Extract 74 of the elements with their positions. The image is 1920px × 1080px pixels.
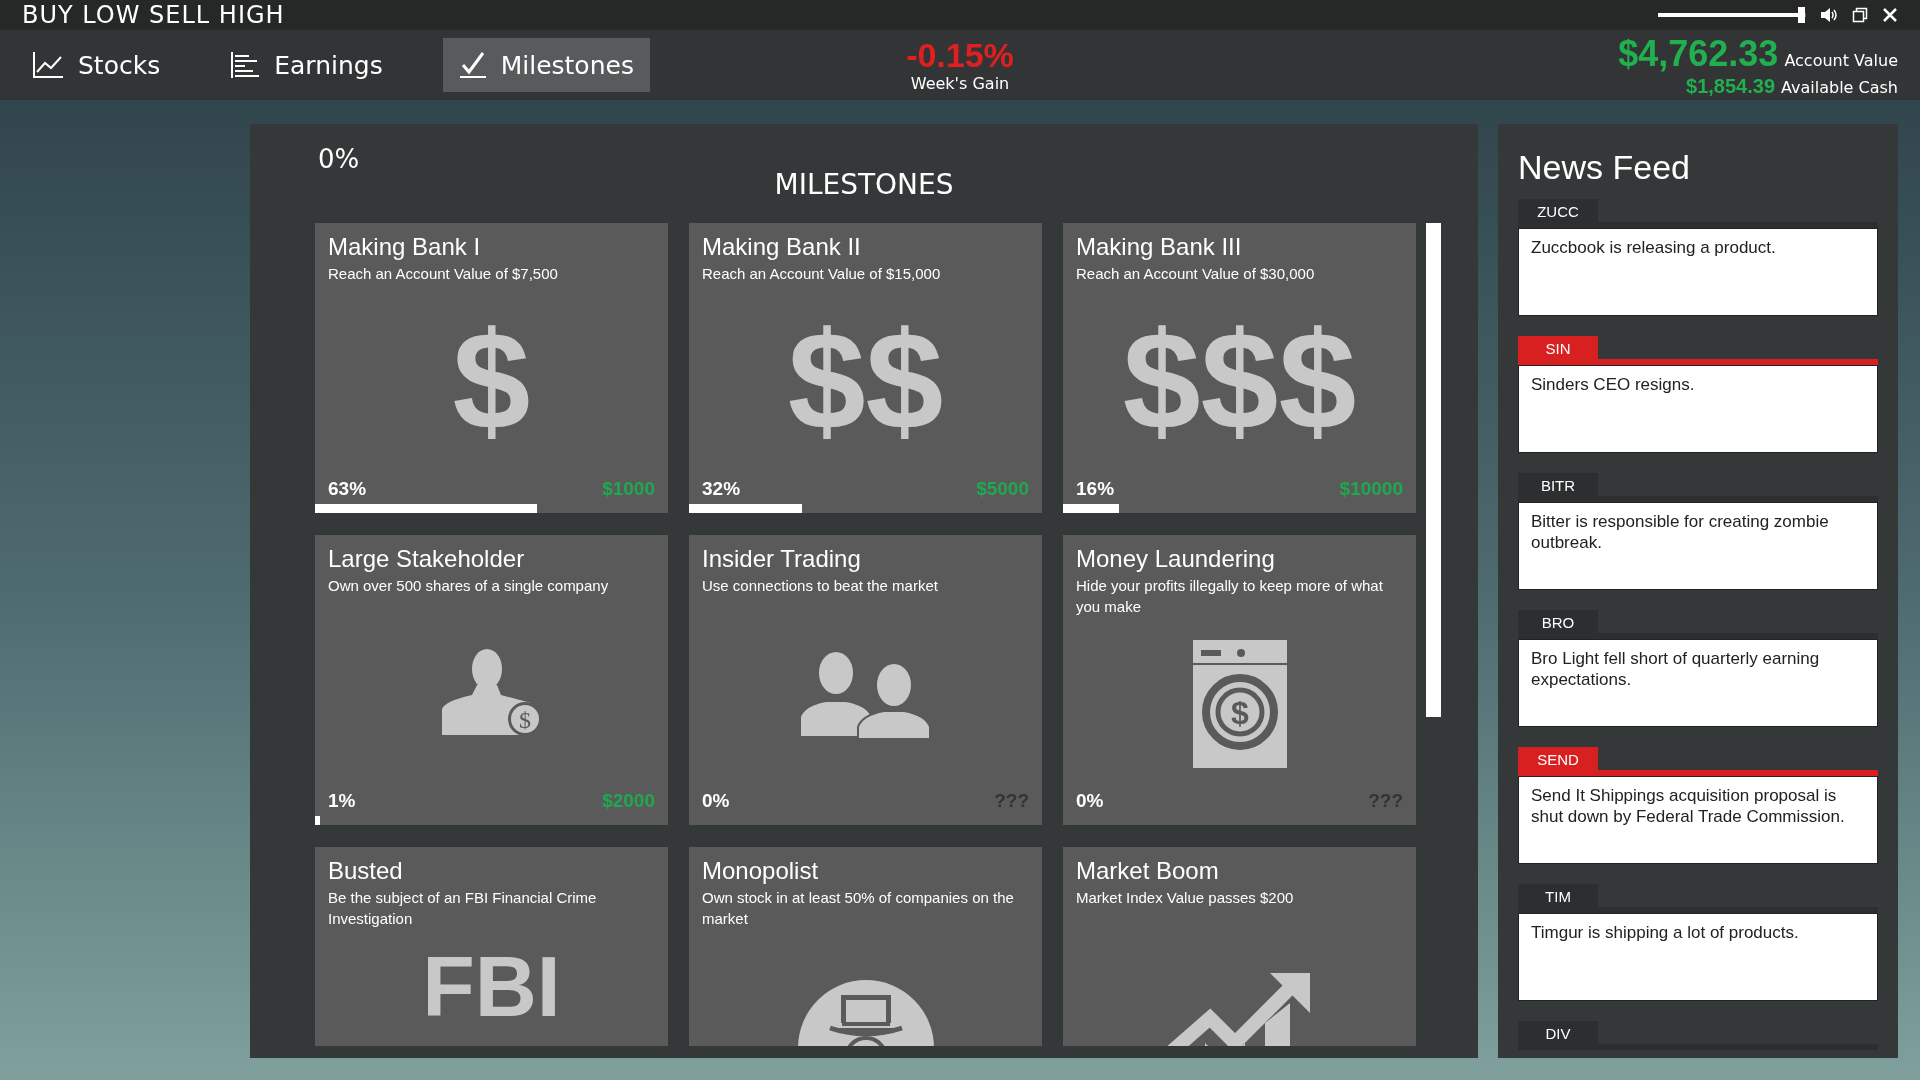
milestone-card[interactable]: Making Bank I Reach an Account Value of $7,500 $ 63% $1000 — [315, 223, 668, 513]
week-gain-label: Week's Gain — [910, 74, 1010, 93]
dollar-sign: $ — [1230, 694, 1249, 731]
milestone-symbol: $$ — [787, 311, 944, 451]
milestones-heading: MILESTONES — [773, 168, 955, 201]
milestone-title: Making Bank II — [701, 233, 862, 261]
milestone-symbol: $ — [452, 311, 531, 451]
milestone-card[interactable]: Making Bank II Reach an Account Value of $15,000 $$ 32% $5000 — [689, 223, 1042, 513]
available-cash: $1,854.39 — [1686, 74, 1776, 98]
milestone-description: Own over 500 shares of a single company — [327, 576, 610, 596]
milestone-title: Insider Trading — [701, 545, 862, 573]
milestone-card[interactable]: Market Boom Market Index Value passes $200 — [1063, 847, 1416, 1046]
milestone-card[interactable]: Monopolist Own stock in at least 50% of companies on the market — [689, 847, 1042, 1046]
washing-machine-icon — [1192, 639, 1287, 768]
week-gain-value: -0.15% — [906, 36, 1014, 74]
milestone-description: Hide your profits illegally to keep more of what you make — [1075, 576, 1384, 617]
milestone-card[interactable]: Money Laundering Hide your profits illegally to keep more of what you make $ 0% ??? — [1063, 535, 1416, 825]
checkmark-icon — [458, 51, 487, 79]
line-chart-icon — [32, 51, 64, 79]
milestone-percent: 32% — [702, 478, 741, 500]
milestone-percent: 63% — [328, 478, 367, 500]
news-feed-heading: News Feed — [1518, 148, 1691, 187]
milestone-card[interactable]: Busted Be the subject of an FBI Financial Crime Investigation FBI — [315, 847, 668, 1046]
news-item: Bitter is responsible for creating zombie outbreak. — [1518, 502, 1878, 590]
milestone-description: Reach an Account Value of $15,000 — [701, 264, 942, 284]
restore-icon[interactable] — [1852, 7, 1868, 23]
milestone-title: Monopolist — [701, 857, 820, 885]
milestone-title: Making Bank I — [327, 233, 482, 261]
nav-tab[interactable]: Earnings — [220, 38, 393, 92]
milestone-percent: 16% — [1076, 478, 1115, 500]
milestone-reward: $5000 — [976, 478, 1029, 500]
close-icon[interactable] — [1882, 7, 1898, 23]
milestone-card[interactable]: Making Bank III Reach an Account Value of $30,000 $$$ 16% $10000 — [1063, 223, 1416, 513]
news-item: Sinders CEO resigns. — [1518, 365, 1878, 453]
news-item: Send It Shippings acquisition proposal is shut down by Federal Trade Commission. — [1518, 776, 1878, 864]
milestone-title: Large Stakeholder — [327, 545, 526, 573]
news-item: Bro Light fell short of quarterly earning expectations. — [1518, 639, 1878, 727]
milestone-symbol: $$$ — [1122, 311, 1357, 451]
news-item: Zuccbook is releasing a product. — [1518, 228, 1878, 316]
window-title: BUY LOW SELL HIGH — [22, 1, 285, 29]
milestone-title: Market Boom — [1075, 857, 1220, 885]
news-item: Timgur is shipping a lot of products. — [1518, 913, 1878, 1001]
account-value-label: Account Value — [1784, 50, 1898, 70]
nav-tab[interactable]: Milestones — [442, 38, 650, 92]
milestone-reward: ??? — [994, 790, 1029, 812]
milestone-description: Reach an Account Value of $7,500 — [327, 264, 559, 284]
speaker-icon[interactable] — [1820, 7, 1838, 23]
milestone-reward: ??? — [1368, 790, 1403, 812]
milestone-card[interactable]: Large Stakeholder Own over 500 shares of a single company $ 1% $2000 — [315, 535, 668, 825]
milestone-percent: 1% — [328, 790, 356, 812]
milestone-card[interactable]: Insider Trading Use connections to beat the market 0% ??? — [689, 535, 1042, 825]
milestone-percent: 0% — [1076, 790, 1104, 812]
milestone-description: Own stock in at least 50% of companies on the market — [701, 888, 1015, 929]
account-value: $4,762.33 — [1618, 32, 1779, 75]
milestone-reward: $10000 — [1339, 478, 1403, 500]
dollar-sign: $ — [518, 707, 531, 733]
milestone-percent: 0% — [702, 790, 730, 812]
milestone-description: Reach an Account Value of $30,000 — [1075, 264, 1316, 284]
available-cash-label: Available Cash — [1781, 77, 1898, 97]
milestone-title: Busted — [327, 857, 404, 885]
milestone-description: Use connections to beat the market — [701, 576, 939, 596]
milestone-reward: $1000 — [602, 478, 655, 500]
milestone-title: Money Laundering — [1075, 545, 1276, 573]
nav-tab[interactable]: Stocks — [22, 38, 171, 92]
milestone-description: Market Index Value passes $200 — [1075, 888, 1295, 908]
milestone-title: Making Bank III — [1075, 233, 1243, 261]
bar-list-icon — [230, 51, 261, 79]
milestone-reward: $2000 — [602, 790, 655, 812]
completion-percent: 0% — [318, 144, 360, 174]
milestone-description: Be the subject of an FBI Financial Crime Investigation — [327, 888, 598, 929]
milestone-symbol: FBI — [422, 943, 561, 1029]
coin-icon — [507, 702, 542, 736]
scrollbar[interactable] — [1426, 223, 1441, 717]
slider-thumb[interactable] — [1797, 7, 1805, 23]
